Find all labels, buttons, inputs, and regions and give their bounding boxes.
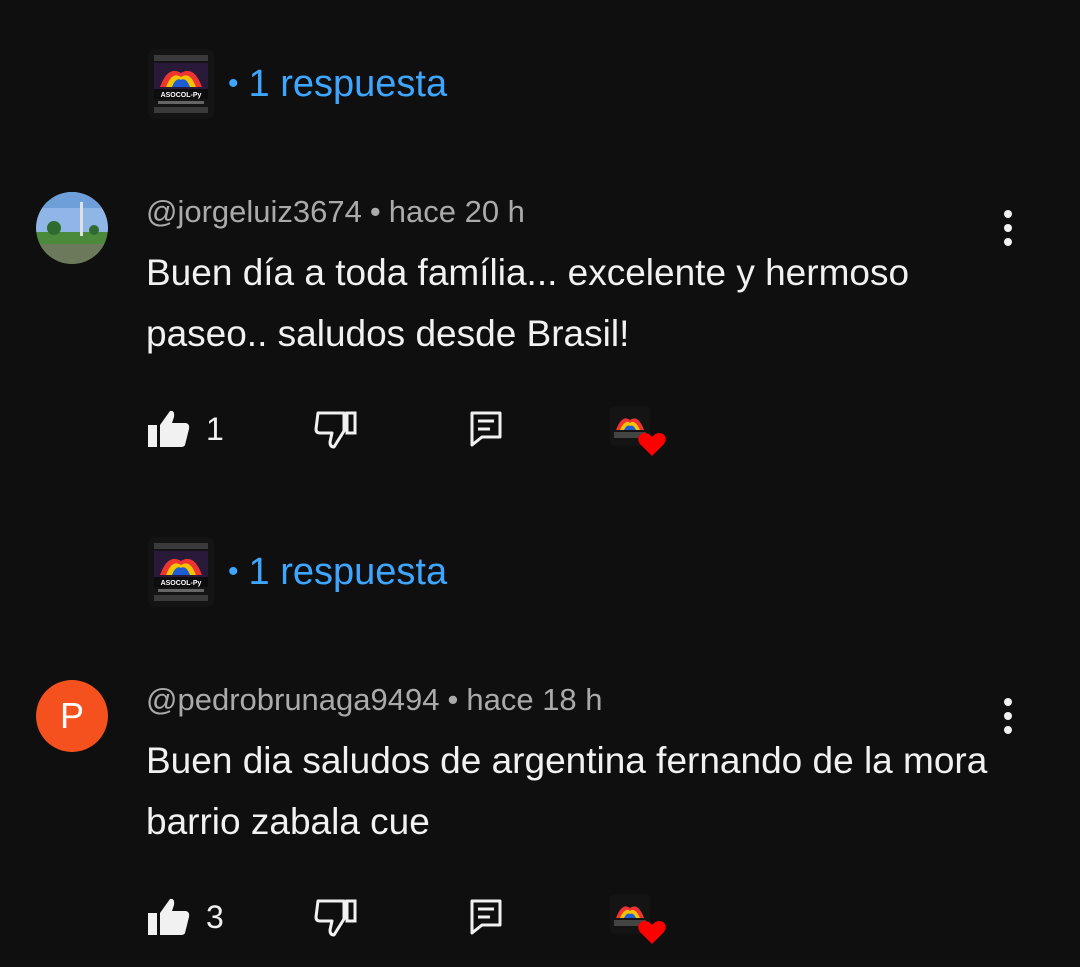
reply-button[interactable] [468,892,504,942]
comment-text: Buen día a toda família... excelente y h… [146,252,910,354]
heart-icon [610,894,666,944]
meta-separator: • [369,194,381,229]
comment-author[interactable]: @jorgeluiz3674 [146,194,362,229]
comment-time[interactable]: hace 20 h [389,194,525,229]
user-photo-icon [36,192,108,264]
heart-icon [610,406,666,456]
dislike-button[interactable] [314,404,358,454]
channel-avatar: ASOCOL-Py [148,537,214,607]
like-count: 3 [206,898,224,935]
creator-heart-badge[interactable] [608,892,668,944]
user-avatar-pedrobrunaga[interactable]: P [36,680,108,752]
reply-count-text: 1 respuesta [248,62,448,105]
channel-logo-icon: ASOCOL-Py [148,49,214,119]
comment-text: Buen dia saludos de argentina fernando d… [146,740,988,842]
reply-dot: • [228,554,239,588]
comment-actions: 3 [146,892,706,944]
comment-meta: @jorgeluiz3674 • hace 20 h [146,194,525,230]
comment-icon [470,411,502,447]
reply-dot: • [228,66,239,100]
channel-logo-icon: ASOCOL-Py [148,537,214,607]
meta-separator: • [447,682,459,717]
reply-count-text: 1 respuesta [248,550,448,593]
comment-actions: 1 [146,404,706,456]
like-button[interactable]: 3 [146,892,224,942]
comment-time[interactable]: hace 18 h [466,682,602,717]
thumb-down-icon [314,899,357,937]
view-replies-button-1[interactable]: ASOCOL-Py • 1 respuesta [148,48,447,120]
thumb-up-icon [148,898,190,935]
svg-text:ASOCOL-Py: ASOCOL-Py [161,580,202,587]
dislike-button[interactable] [314,892,358,942]
thumb-up-icon [148,410,190,447]
reply-count-label[interactable]: • 1 respuesta [228,63,447,106]
creator-heart-badge[interactable] [608,404,668,456]
comment-author[interactable]: @pedrobrunaga9494 [146,682,440,717]
reply-button[interactable] [468,404,504,454]
user-avatar-jorgeluiz[interactable] [36,192,108,264]
comment-meta: @pedrobrunaga9494 • hace 18 h [146,682,603,718]
avatar-letter: P [59,695,84,736]
comment-icon [470,899,502,935]
view-replies-button-2[interactable]: ASOCOL-Py • 1 respuesta [148,536,447,608]
like-count: 1 [206,410,224,447]
reply-count-label[interactable]: • 1 respuesta [228,551,447,594]
channel-avatar: ASOCOL-Py [148,49,214,119]
thumb-down-icon [314,411,357,449]
like-button[interactable]: 1 [146,404,224,454]
svg-text:ASOCOL-Py: ASOCOL-Py [161,92,202,99]
